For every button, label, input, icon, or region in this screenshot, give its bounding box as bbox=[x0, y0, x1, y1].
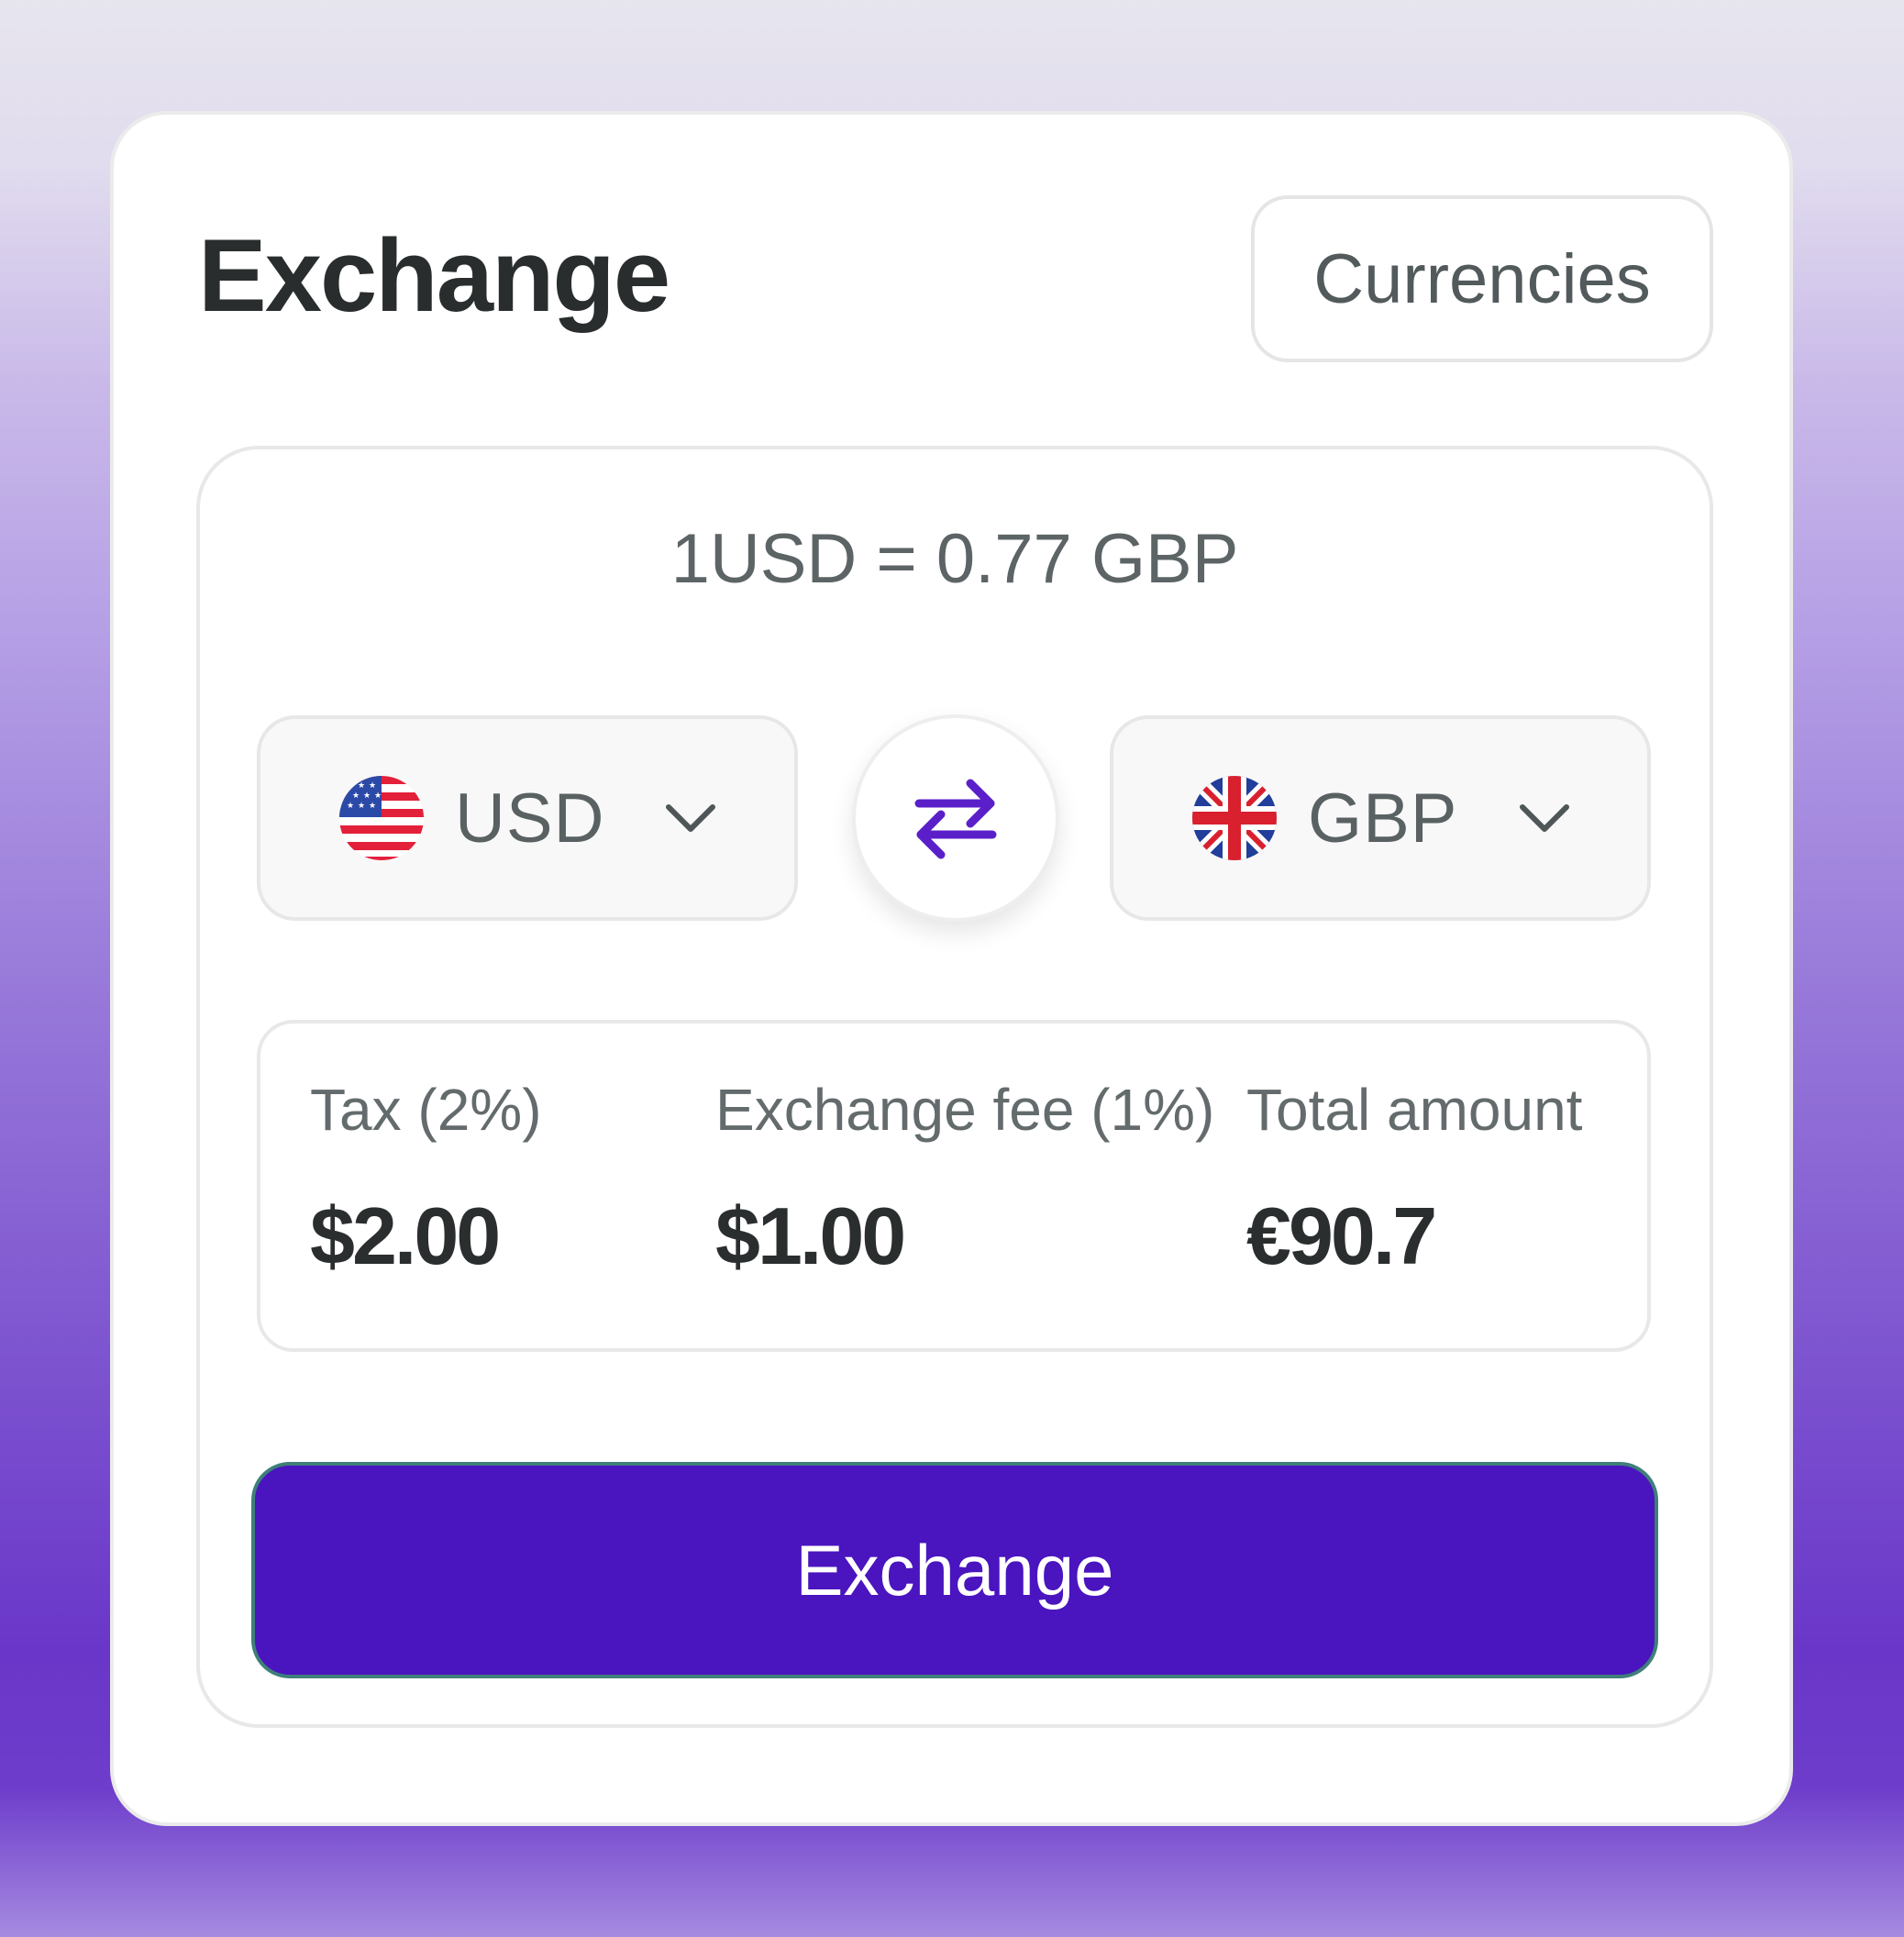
exchange-fee-value: $1.00 bbox=[715, 1190, 906, 1281]
to-currency-select[interactable]: GBP bbox=[1110, 715, 1651, 921]
exchange-card: Exchange Currencies 1USD = 0.77 GBP ★ ★ … bbox=[110, 111, 1793, 1826]
svg-text:★: ★ bbox=[347, 781, 354, 791]
from-currency-code: USD bbox=[455, 779, 605, 858]
exchange-button[interactable]: Exchange bbox=[251, 1462, 1658, 1678]
from-currency-select[interactable]: ★ ★ ★ ★ ★ ★ ★ ★ ★ USD bbox=[257, 715, 798, 921]
chevron-down-icon bbox=[1519, 804, 1569, 832]
fee-summary: Tax (2%) $2.00 Exchange fee (1%) $1.00 T… bbox=[257, 1020, 1651, 1352]
page-title: Exchange bbox=[198, 218, 670, 333]
exchange-rate: 1USD = 0.77 GBP bbox=[670, 520, 1239, 598]
total-summary: Total amount €90.7 bbox=[1246, 1080, 1582, 1277]
svg-text:★: ★ bbox=[358, 802, 365, 811]
svg-text:★: ★ bbox=[347, 802, 354, 811]
total-amount-value: €90.7 bbox=[1246, 1190, 1437, 1281]
tax-summary: Tax (2%) $2.00 bbox=[310, 1080, 542, 1277]
to-currency-code: GBP bbox=[1308, 779, 1458, 858]
svg-text:★: ★ bbox=[369, 781, 376, 791]
svg-text:★: ★ bbox=[358, 781, 365, 791]
exchange-fee-label: Exchange fee (1%) bbox=[715, 1077, 1215, 1143]
svg-text:★: ★ bbox=[352, 791, 360, 801]
swap-currencies-button[interactable] bbox=[852, 714, 1059, 922]
currencies-button[interactable]: Currencies bbox=[1251, 195, 1713, 362]
swap-arrows-icon bbox=[914, 779, 997, 859]
uk-flag-icon bbox=[1192, 776, 1277, 860]
tax-label: Tax (2%) bbox=[310, 1077, 542, 1143]
tax-value: $2.00 bbox=[310, 1190, 501, 1281]
fee-summary-item: Exchange fee (1%) $1.00 bbox=[715, 1080, 1214, 1277]
svg-text:★: ★ bbox=[369, 802, 376, 811]
total-amount-label: Total amount bbox=[1246, 1077, 1583, 1143]
us-flag-icon: ★ ★ ★ ★ ★ ★ ★ ★ ★ bbox=[339, 776, 424, 860]
chevron-down-icon bbox=[666, 804, 716, 832]
svg-text:★: ★ bbox=[363, 791, 371, 801]
svg-text:★: ★ bbox=[374, 791, 382, 801]
converter-panel: 1USD = 0.77 GBP ★ ★ ★ ★ ★ ★ ★ ★ ★ USD GB… bbox=[196, 446, 1713, 1728]
